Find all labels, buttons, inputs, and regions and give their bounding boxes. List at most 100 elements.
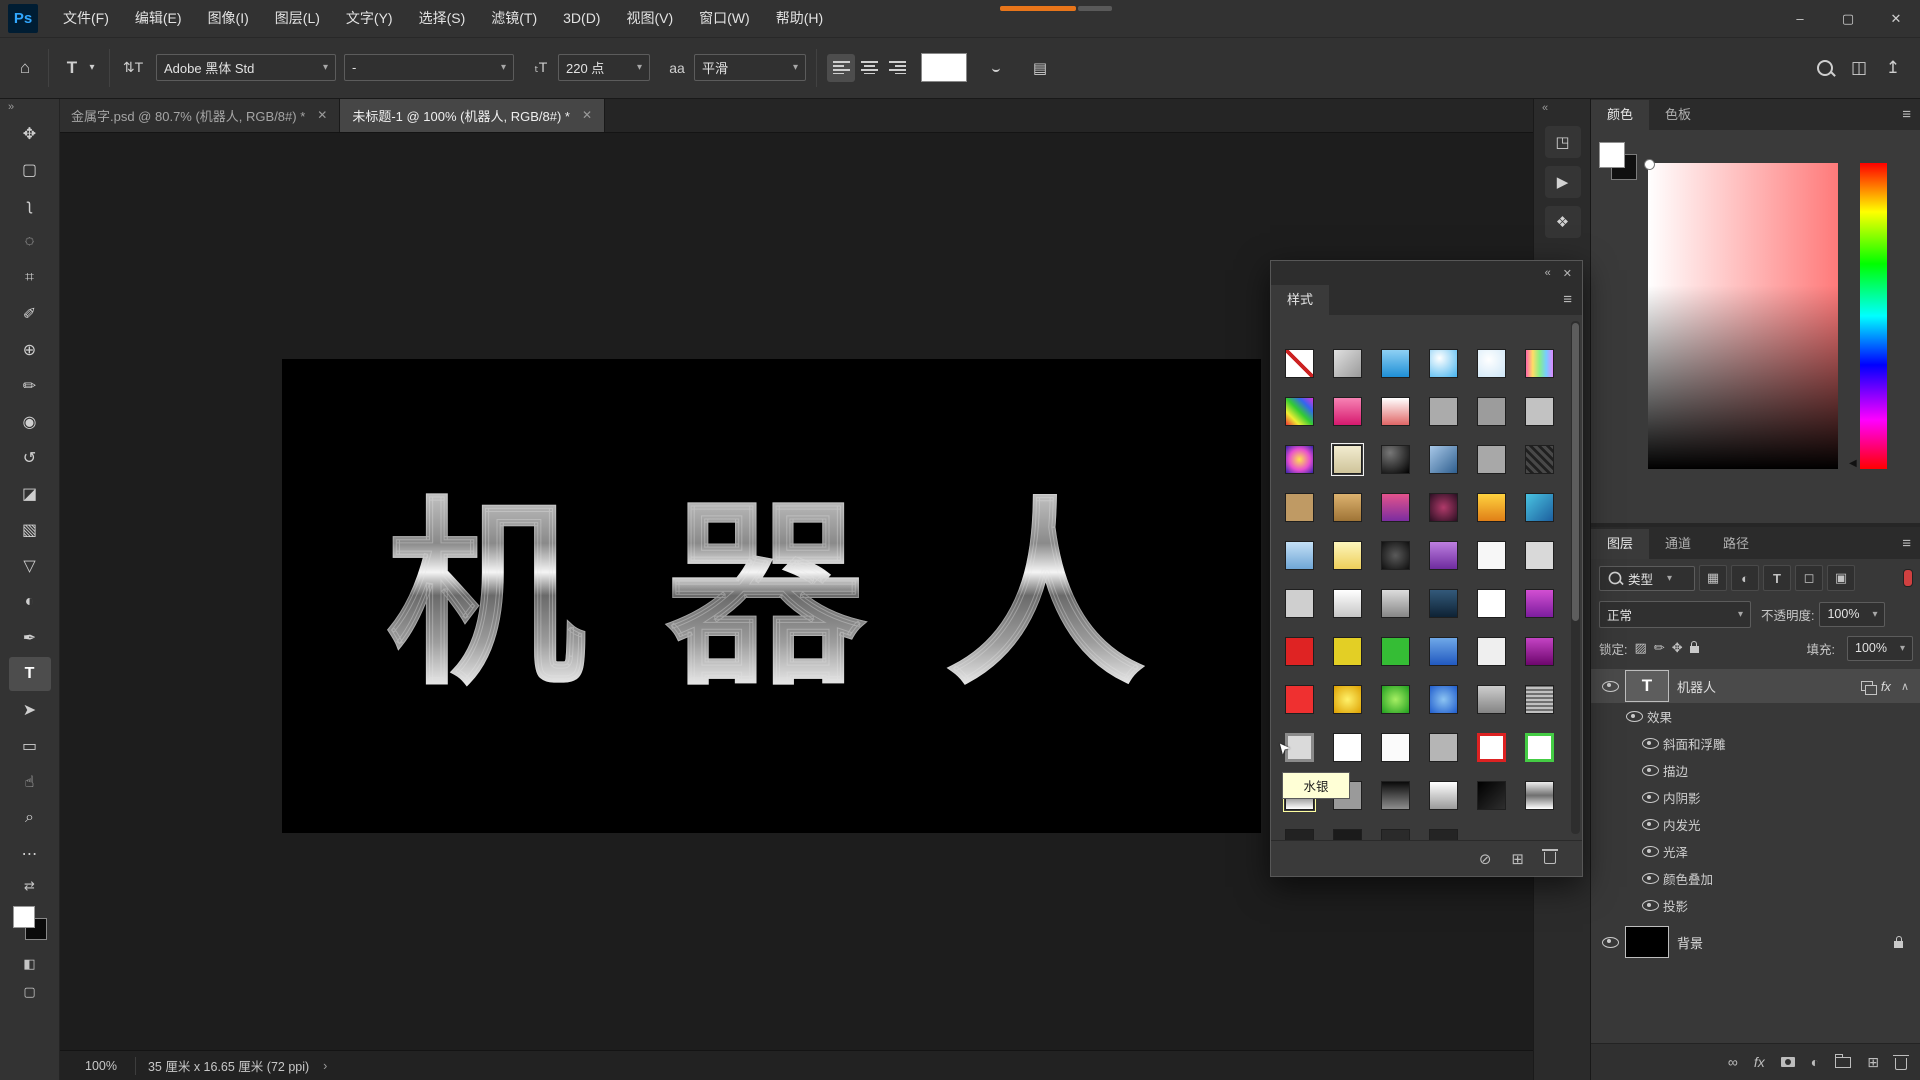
clone-stamp-tool[interactable]: ◉ [9,405,51,439]
style-swatch-black-fade[interactable] [1381,781,1410,810]
text-orientation-icon[interactable]: ⇅T [120,53,146,83]
collapse-effects-chevron[interactable]: ∧ [1901,680,1909,693]
style-swatch-white-fade[interactable] [1333,589,1362,618]
menu-item-6[interactable]: 滤镜(T) [478,0,550,37]
filter-adjustment-layers-button[interactable]: ◐ [1731,565,1759,591]
saturation-brightness-field[interactable] [1648,163,1838,469]
hue-slider[interactable] [1860,163,1887,469]
blur-tool[interactable]: ▽ [9,549,51,583]
style-swatch-blue-texture[interactable] [1429,445,1458,474]
gradient-tool[interactable]: ▧ [9,513,51,547]
tab-color-0[interactable]: 颜色 [1591,100,1649,130]
toggle-panels-icon[interactable]: ▤ [1027,53,1053,83]
hue-slider-marker[interactable]: ◀ [1849,458,1857,469]
visibility-toggle[interactable] [1597,937,1623,948]
style-swatch-gray-flat[interactable] [1429,733,1458,762]
style-swatch-sky[interactable] [1285,541,1314,570]
close-button[interactable]: ✕ [1872,0,1920,37]
menu-item-8[interactable]: 视图(V) [613,0,686,37]
lasso-tool[interactable]: ʅ [9,189,51,223]
style-swatch-rainbow-stripes[interactable] [1525,349,1554,378]
effect-row-4[interactable]: 光泽 [1591,838,1920,865]
document-tab-1[interactable]: 未标题-1 @ 100% (机器人, RGB/8#) * ✕ [340,98,605,132]
style-swatch-white-4[interactable] [1381,733,1410,762]
style-swatch-silver-sheen[interactable] [1429,781,1458,810]
foreground-color-swatch[interactable] [1599,142,1625,168]
menu-item-1[interactable]: 编辑(E) [122,0,195,37]
style-swatch-red-glow[interactable] [1285,685,1314,714]
visibility-toggle[interactable] [1637,765,1663,776]
swap-colors-icon[interactable]: ⇄ [9,872,51,900]
new-layer-button[interactable]: ⊞ [1867,1054,1879,1071]
style-swatch-steel-fade[interactable] [1381,589,1410,618]
align-center-button[interactable] [855,54,883,82]
visibility-toggle[interactable] [1597,681,1623,692]
style-swatch-blue-shine[interactable] [1429,637,1458,666]
menu-item-2[interactable]: 图像(I) [195,0,262,37]
clear-style-button[interactable]: ⊘ [1479,850,1492,868]
effect-row-1[interactable]: 描边 [1591,757,1920,784]
zoom-tool[interactable]: ⌕ [9,801,51,835]
delete-style-button[interactable] [1544,849,1556,868]
style-swatch-none[interactable] [1285,349,1314,378]
panel-menu-icon[interactable]: ≡ [1563,285,1572,315]
new-style-button[interactable]: ⊞ [1511,850,1524,868]
pen-tool[interactable]: ✒ [9,621,51,655]
add-layer-mask-button[interactable] [1781,1057,1795,1067]
style-swatch-teal-sheen[interactable] [1525,493,1554,522]
scrollbar-thumb[interactable] [1572,323,1579,621]
path-selection-tool[interactable]: ➤ [9,693,51,727]
layer-row-text[interactable]: T 机器人 fx ∧ [1591,669,1920,703]
link-layers-button[interactable]: ∞ [1728,1054,1738,1070]
styles-scrollbar[interactable] [1571,321,1580,834]
zoom-level-field[interactable]: 100% [79,1057,123,1075]
style-swatch-flat-gray-3[interactable] [1525,397,1554,426]
move-tool[interactable]: ✥ [9,117,51,151]
visibility-toggle[interactable] [1637,738,1663,749]
font-family-select[interactable]: Adobe 黑体 Std ▾ [156,54,336,81]
style-swatch-amber[interactable] [1477,493,1506,522]
style-swatch-blue-gel[interactable] [1429,349,1458,378]
home-icon[interactable]: ⌂ [12,53,38,83]
tab-layers-1[interactable]: 通道 [1649,529,1707,559]
style-swatch-magenta[interactable] [1525,637,1554,666]
style-swatch-psychedelic[interactable] [1285,445,1314,474]
warp-text-icon[interactable] [983,53,1009,83]
current-tool-icon[interactable]: T [59,53,85,83]
tab-layers-0[interactable]: 图层 [1591,529,1649,559]
document-tab-0[interactable]: 金属字.psd @ 80.7% (机器人, RGB/8#) * ✕ [59,98,340,132]
quick-mask-button[interactable]: ◧ [9,950,51,978]
workspace-icon[interactable]: ◫ [1846,53,1872,83]
style-swatch-flat-gray-1[interactable] [1429,397,1458,426]
style-swatch-light-gray[interactable] [1285,589,1314,618]
style-swatch-green-glow[interactable] [1381,685,1410,714]
align-left-button[interactable] [827,54,855,82]
add-layer-style-button[interactable]: fx [1754,1054,1765,1070]
tab-styles[interactable]: 样式 [1271,285,1329,315]
filter-type-select[interactable]: 类型 ▾ [1599,566,1695,591]
effect-row-6[interactable]: 投影 [1591,892,1920,919]
style-swatch-silver-flat[interactable] [1525,541,1554,570]
style-swatch-dark-nebula[interactable] [1429,493,1458,522]
fill-select[interactable]: 100% ▾ [1847,636,1913,661]
blend-mode-select[interactable]: 正常 ▾ [1599,601,1751,628]
visibility-toggle[interactable] [1621,711,1647,722]
color-picker-marker[interactable] [1644,159,1655,170]
foreground-background-colors[interactable] [13,906,47,940]
filter-pixel-layers-button[interactable]: ▦ [1699,565,1727,591]
style-swatch-black[interactable] [1477,781,1506,810]
delete-layer-button[interactable] [1895,1055,1907,1070]
style-swatch-white-3[interactable] [1333,733,1362,762]
layer-row-background[interactable]: 背景 [1591,923,1920,961]
menu-item-7[interactable]: 3D(D) [550,0,613,37]
effect-row-0[interactable]: 斜面和浮雕 [1591,730,1920,757]
close-icon[interactable]: ✕ [582,108,592,122]
style-swatch-white-gel[interactable] [1477,349,1506,378]
style-swatch-blue-glow[interactable] [1429,685,1458,714]
font-style-select[interactable]: - ▾ [344,54,514,81]
style-swatch-gray-bevel[interactable] [1477,685,1506,714]
search-icon[interactable] [1812,53,1838,83]
style-swatch-red-frame[interactable] [1477,733,1506,762]
minimize-button[interactable]: – [1776,0,1824,37]
expand-panels-chevron[interactable]: « [1534,98,1591,118]
